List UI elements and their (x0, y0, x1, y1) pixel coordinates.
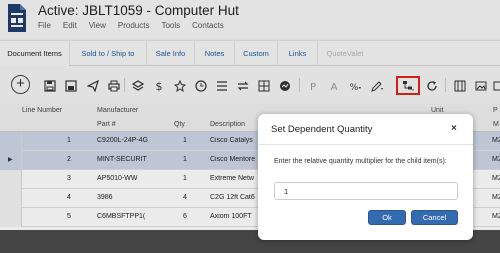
dialog-message: Enter the relative quantity multiplier f… (274, 158, 447, 165)
ok-button[interactable]: Ok (368, 210, 406, 225)
quantity-multiplier-input[interactable] (274, 182, 458, 200)
cancel-button[interactable]: Cancel (411, 210, 458, 225)
set-dependent-quantity-dialog: Set Dependent Quantity × Enter the relat… (258, 114, 473, 240)
dialog-title: Set Dependent Quantity (271, 124, 373, 135)
close-icon[interactable]: × (451, 123, 457, 134)
dialog-header: Set Dependent Quantity × (258, 114, 473, 145)
